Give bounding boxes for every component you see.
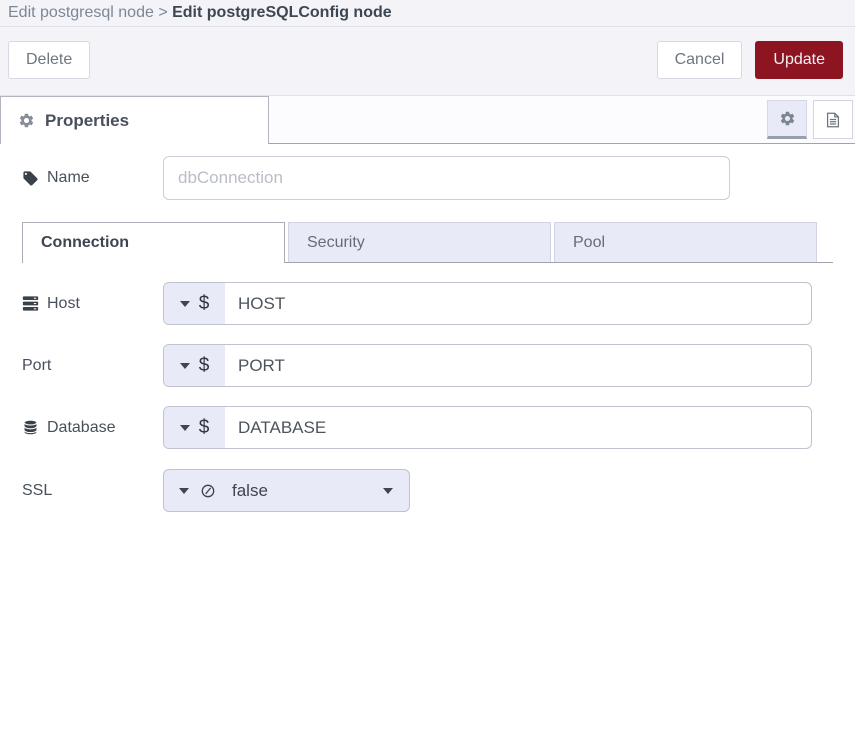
tag-icon — [22, 170, 39, 187]
gear-icon — [18, 112, 35, 129]
name-label: Name — [22, 169, 163, 187]
panel-tab-buttons — [767, 96, 855, 144]
name-label-text: Name — [47, 169, 90, 187]
host-field-row: Host $ — [22, 282, 833, 325]
tab-properties[interactable]: Properties — [0, 96, 269, 144]
port-label: Port — [22, 357, 163, 375]
host-label: Host — [22, 295, 163, 313]
database-icon — [22, 419, 39, 436]
port-input[interactable] — [225, 345, 811, 386]
properties-tab-label: Properties — [45, 111, 129, 131]
database-typed-input: $ — [163, 406, 812, 449]
port-type-select-button[interactable]: $ — [164, 345, 225, 386]
doc-icon — [824, 111, 842, 129]
name-input[interactable] — [163, 156, 730, 200]
name-field-row: Name — [22, 156, 833, 200]
breadcrumb-current: Edit postgreSQLConfig node — [172, 4, 392, 21]
ssl-dropdown[interactable]: false — [163, 469, 410, 512]
ssl-label: SSL — [22, 482, 163, 500]
database-type-select-button[interactable]: $ — [164, 407, 225, 448]
host-label-text: Host — [47, 295, 80, 313]
breadcrumb-parent-link[interactable]: Edit postgresql node — [8, 4, 154, 21]
chevron-down-icon — [180, 301, 190, 307]
ssl-selected-value: false — [232, 481, 268, 501]
breadcrumb: Edit postgresql node > Edit postgreSQLCo… — [0, 0, 855, 27]
env-var-type-icon: $ — [199, 417, 210, 439]
host-input[interactable] — [225, 283, 811, 324]
ssl-label-text: SSL — [22, 482, 52, 500]
breadcrumb-separator: > — [154, 4, 172, 21]
database-label: Database — [22, 419, 163, 437]
database-label-text: Database — [47, 419, 116, 437]
node-edit-form: Name Connection Security Pool Host $ Por… — [0, 144, 855, 512]
dialog-toolbar: Delete Cancel Update — [0, 27, 855, 96]
dialog-header: Edit postgresql node > Edit postgreSQLCo… — [0, 0, 855, 96]
chevron-down-icon — [180, 425, 190, 431]
panel-tab-bar: Properties — [0, 96, 855, 144]
chevron-down-icon — [383, 488, 393, 494]
port-field-row: Port $ — [22, 344, 833, 387]
update-button[interactable]: Update — [755, 41, 843, 79]
gear-icon — [779, 110, 796, 127]
port-label-text: Port — [22, 357, 51, 375]
cancel-button[interactable]: Cancel — [657, 41, 743, 79]
delete-button[interactable]: Delete — [8, 41, 90, 79]
config-tab-bar: Connection Security Pool — [22, 222, 833, 263]
database-input[interactable] — [225, 407, 811, 448]
edit-properties-button[interactable] — [767, 100, 807, 139]
database-field-row: Database $ — [22, 406, 833, 449]
chevron-down-icon — [180, 363, 190, 369]
port-typed-input: $ — [163, 344, 812, 387]
host-type-select-button[interactable]: $ — [164, 283, 225, 324]
description-button[interactable] — [813, 100, 853, 139]
tab-pool[interactable]: Pool — [554, 222, 817, 263]
server-icon — [22, 295, 39, 312]
tab-security[interactable]: Security — [288, 222, 551, 263]
bool-icon — [200, 483, 216, 499]
host-typed-input: $ — [163, 282, 812, 325]
ssl-field-row: SSL false — [22, 469, 833, 512]
env-var-type-icon: $ — [199, 355, 210, 377]
env-var-type-icon: $ — [199, 293, 210, 315]
tab-connection[interactable]: Connection — [22, 222, 285, 263]
chevron-down-icon — [179, 488, 189, 494]
